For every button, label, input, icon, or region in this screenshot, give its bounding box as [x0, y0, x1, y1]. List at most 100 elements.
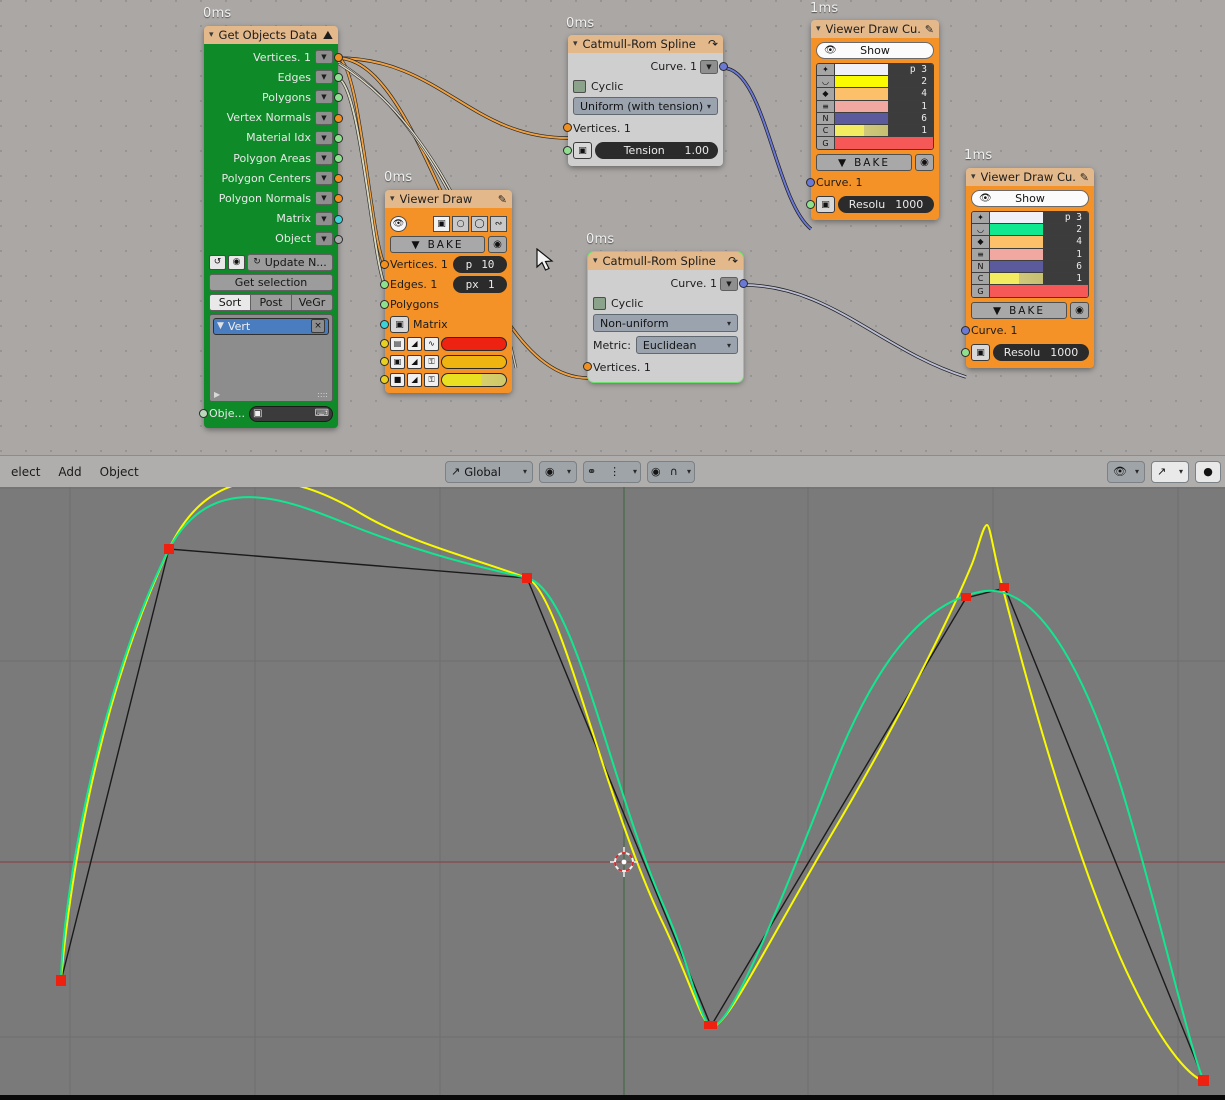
- settings-row[interactable]: ✦ p 3: [972, 212, 1088, 225]
- output-socket[interactable]: [334, 194, 343, 204]
- edge-color-swatch[interactable]: [441, 354, 507, 369]
- node-header[interactable]: ▾ Viewer Draw ✎: [385, 190, 512, 208]
- value[interactable]: 1: [1044, 272, 1088, 285]
- settings-row[interactable]: ◆ 4: [972, 236, 1088, 249]
- color-socket[interactable]: [380, 357, 389, 366]
- surface-icon[interactable]: ∾: [490, 216, 507, 232]
- output-socket[interactable]: [334, 113, 343, 123]
- output-dropdown[interactable]: ▼: [315, 130, 333, 145]
- settings-row[interactable]: C 1: [972, 272, 1088, 286]
- output-row[interactable]: Object ▼: [209, 229, 343, 249]
- control-icon[interactable]: C: [817, 124, 835, 137]
- 3d-viewport[interactable]: [0, 487, 1225, 1095]
- circle-icon[interactable]: ◯: [471, 216, 488, 232]
- control-point[interactable]: [1198, 1075, 1209, 1086]
- control-point[interactable]: [999, 583, 1009, 591]
- object-input-socket[interactable]: [199, 409, 208, 419]
- menu-object[interactable]: Object: [91, 465, 148, 479]
- output-socket[interactable]: [334, 153, 343, 163]
- cube-icon[interactable]: ▣: [433, 216, 450, 232]
- settings-row[interactable]: ◡ 2: [817, 76, 933, 89]
- color-swatch[interactable]: [990, 260, 1044, 272]
- output-dropdown[interactable]: ▼: [315, 151, 333, 166]
- show-button[interactable]: 👁 Show: [816, 42, 934, 59]
- curve-display-settings[interactable]: ✦ p 3 ◡ 2 ◆ 4 ≡ 1 N 6 C 1 G: [816, 63, 934, 151]
- vertices-input-row[interactable]: Vertices. 1: [563, 119, 718, 137]
- chevron-down-icon[interactable]: ▾: [633, 467, 637, 476]
- matrix-icon[interactable]: ▣: [816, 196, 835, 214]
- eye-icon[interactable]: 👁: [390, 216, 407, 232]
- vertex-grid-icon[interactable]: ▤: [390, 336, 405, 351]
- curve-input-row[interactable]: Curve. 1: [961, 322, 1089, 339]
- node-viewer-draw-curve-top[interactable]: ▾ Viewer Draw Cu... ✎ 👁 Show ✦ p 3 ◡ 2 ◆…: [806, 20, 939, 221]
- settings-row[interactable]: ◡ 2: [972, 224, 1088, 237]
- chevron-down-icon[interactable]: ▾: [567, 467, 571, 476]
- viewport-frame-icon[interactable]: ◉: [915, 154, 934, 172]
- node-viewer-draw[interactable]: ▾ Viewer Draw ✎ 👁 ▣ ○ ◯ ∾ ▼ BAKE ◉ Verti…: [380, 190, 512, 393]
- node-header[interactable]: ▾ Catmull-Rom Spline ↷: [588, 252, 743, 270]
- settings-row[interactable]: ≡ 1: [972, 248, 1088, 261]
- viewport-frame-icon[interactable]: ◉: [1070, 302, 1089, 320]
- chevron-down-icon[interactable]: ▾: [593, 256, 598, 266]
- bake-row[interactable]: ▼ BAKE ◉: [390, 236, 507, 253]
- color-swatch[interactable]: [835, 76, 889, 88]
- resolution-slider[interactable]: Resolu 1000: [838, 196, 934, 214]
- cyclic-checkbox[interactable]: [593, 297, 606, 310]
- grip-icon[interactable]: ::::: [317, 390, 328, 399]
- color-swatch[interactable]: [835, 112, 889, 124]
- settings-row[interactable]: N 6: [972, 260, 1088, 273]
- output-row[interactable]: Polygon Normals ▼: [209, 188, 343, 208]
- node-get-objects-data[interactable]: ▾ Get Objects Data ⛰ Vertices. 1 ▼ Edges…: [199, 26, 343, 428]
- update-nodes-button[interactable]: ↻ Update N...: [247, 253, 333, 271]
- eyedropper-icon[interactable]: ⌨: [315, 408, 329, 419]
- output-row[interactable]: Vertex Normals ▼: [209, 108, 343, 128]
- node-catmull-rom-spline-bottom[interactable]: ▾ Catmull-Rom Spline ↷ Curve. 1 ▼ Cyclic…: [583, 251, 748, 383]
- brush-icon[interactable]: ◢: [407, 372, 422, 387]
- viewport-frame-icon[interactable]: ◉: [488, 236, 507, 253]
- color-swatch[interactable]: [835, 137, 933, 150]
- control-point[interactable]: [961, 593, 971, 601]
- chevron-down-icon[interactable]: ▾: [1179, 467, 1183, 476]
- circle-dashed-icon[interactable]: ○: [452, 216, 469, 232]
- output-dropdown[interactable]: ▼: [315, 171, 333, 186]
- object-list[interactable]: ▼ Vert × ▶ ::::: [209, 313, 333, 402]
- matrix-icon[interactable]: ▣: [390, 316, 409, 333]
- curve-output-row[interactable]: Curve. 1 ▼: [573, 57, 728, 76]
- color-swatch[interactable]: [990, 248, 1044, 260]
- point-size-field[interactable]: p 10: [453, 256, 507, 273]
- viewport-canvas[interactable]: [0, 487, 1225, 1095]
- output-row[interactable]: Polygon Areas ▼: [209, 148, 343, 168]
- get-selection-button[interactable]: Get selection: [209, 273, 333, 291]
- output-row[interactable]: Edges ▼: [209, 67, 343, 87]
- output-socket[interactable]: [334, 53, 343, 62]
- mode-dropdown[interactable]: Non-uniform ▾: [593, 314, 738, 332]
- input-socket[interactable]: [380, 320, 389, 329]
- resolution-slider[interactable]: Resolu 1000: [993, 344, 1089, 362]
- lines-icon[interactable]: ≡: [972, 248, 990, 260]
- cyclic-checkbox-row[interactable]: Cyclic: [573, 80, 718, 93]
- output-dropdown[interactable]: ▼: [315, 231, 333, 246]
- vertex-color-swatch[interactable]: [441, 336, 507, 351]
- point-icon[interactable]: ✦: [817, 64, 835, 76]
- ghost-icon[interactable]: ◉: [228, 254, 245, 270]
- chevron-down-icon[interactable]: ▾: [687, 467, 691, 476]
- output-socket[interactable]: [334, 234, 343, 244]
- color-swatch[interactable]: [990, 285, 1088, 298]
- input-socket[interactable]: [806, 178, 815, 188]
- output-socket[interactable]: [334, 93, 343, 103]
- output-row[interactable]: Vertices. 1 ▼: [209, 47, 343, 67]
- chevron-down-icon[interactable]: ▾: [573, 39, 578, 49]
- value[interactable]: 6: [889, 112, 933, 124]
- color-swatch[interactable]: [835, 100, 889, 112]
- output-dropdown[interactable]: ▼: [315, 70, 333, 85]
- diamond-icon[interactable]: ◆: [817, 88, 835, 100]
- refresh-icon[interactable]: ↺: [209, 254, 226, 270]
- input-socket[interactable]: [961, 348, 970, 358]
- cyclic-checkbox-row[interactable]: Cyclic: [593, 297, 738, 310]
- control-point[interactable]: [522, 573, 532, 583]
- value[interactable]: 1: [889, 124, 933, 137]
- value[interactable]: p 3: [1044, 212, 1088, 224]
- settings-row[interactable]: G: [972, 285, 1088, 298]
- metric-row[interactable]: Metric: Euclidean ▾: [593, 336, 738, 354]
- curve-tool-icon[interactable]: ∿: [424, 336, 439, 351]
